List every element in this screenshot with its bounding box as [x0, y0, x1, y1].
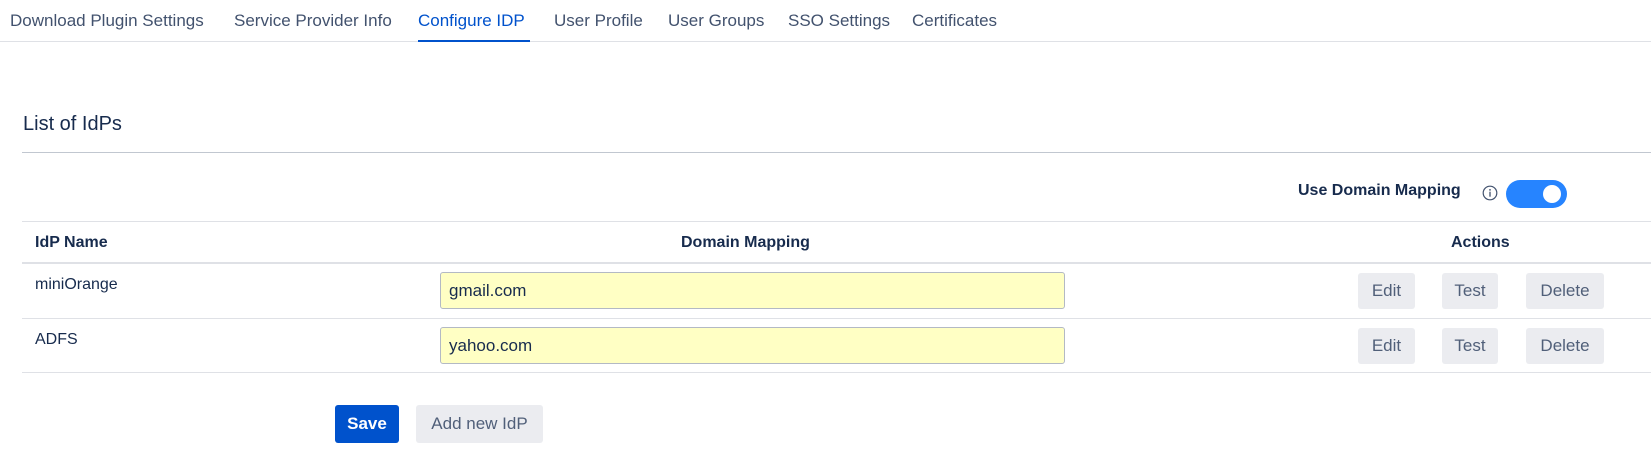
- table-header-divider: [22, 262, 1651, 264]
- tab-user-groups[interactable]: User Groups: [668, 11, 764, 31]
- domain-mapping-toggle[interactable]: [1506, 180, 1567, 208]
- test-button[interactable]: Test: [1442, 328, 1498, 364]
- delete-button[interactable]: Delete: [1526, 273, 1604, 309]
- tab-user-profile[interactable]: User Profile: [554, 11, 643, 31]
- edit-button[interactable]: Edit: [1358, 273, 1415, 309]
- table-top-divider: [22, 221, 1651, 222]
- tab-certificates[interactable]: Certificates: [912, 11, 997, 31]
- header-idp-name: IdP Name: [35, 234, 108, 251]
- row-divider: [22, 372, 1651, 373]
- section-divider: [22, 152, 1651, 153]
- tab-configure-idp[interactable]: Configure IDP: [418, 11, 525, 31]
- active-tab-indicator: [418, 40, 530, 42]
- test-button[interactable]: Test: [1442, 273, 1498, 309]
- tab-sso-settings[interactable]: SSO Settings: [788, 11, 890, 31]
- edit-button[interactable]: Edit: [1358, 328, 1415, 364]
- domain-mapping-input[interactable]: [440, 327, 1065, 364]
- idp-name: miniOrange: [35, 276, 118, 293]
- tab-download-plugin-settings[interactable]: Download Plugin Settings: [10, 11, 204, 31]
- idp-name: ADFS: [35, 331, 78, 348]
- toggle-knob: [1543, 185, 1561, 203]
- domain-mapping-input[interactable]: [440, 272, 1065, 309]
- tab-bar: Download Plugin Settings Service Provide…: [0, 0, 1651, 42]
- add-new-idp-button[interactable]: Add new IdP: [416, 405, 543, 443]
- header-domain-mapping: Domain Mapping: [681, 234, 810, 251]
- tab-service-provider-info[interactable]: Service Provider Info: [234, 11, 392, 31]
- row-divider: [22, 318, 1651, 319]
- save-button[interactable]: Save: [335, 405, 399, 443]
- domain-mapping-toggle-label: Use Domain Mapping: [1298, 182, 1461, 199]
- info-circle-icon[interactable]: [1482, 185, 1498, 201]
- delete-button[interactable]: Delete: [1526, 328, 1604, 364]
- section-title: List of IdPs: [23, 113, 122, 135]
- header-actions: Actions: [1451, 234, 1510, 251]
